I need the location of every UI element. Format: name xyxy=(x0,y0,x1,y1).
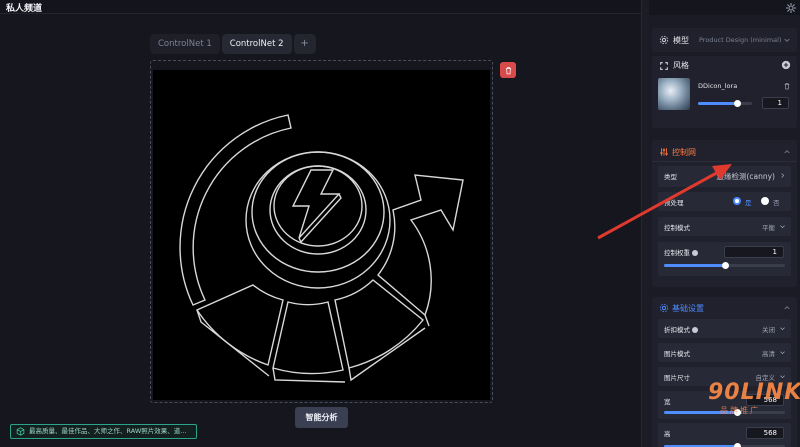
type-label: 类型 xyxy=(664,173,677,181)
width-label: 宽 xyxy=(664,398,671,406)
style-expand-icon xyxy=(660,62,668,70)
chevron-down-icon xyxy=(780,327,785,331)
image-mode-label: 图片模式 xyxy=(664,350,690,358)
model-label: 模型 xyxy=(673,36,689,45)
height-row: 高 568 xyxy=(658,423,791,447)
watermark-subtitle: 品牌推广 xyxy=(720,406,760,415)
type-selector[interactable]: 类型 边缘检测(canny) xyxy=(658,166,791,187)
discount-mode-text: 折扣模式 xyxy=(664,326,690,334)
lora-delete-icon[interactable] xyxy=(783,82,791,90)
control-weight-slider[interactable] xyxy=(664,262,785,269)
type-value: 边缘检测(canny) xyxy=(716,172,775,181)
cube-icon xyxy=(16,427,25,436)
chevron-down-icon xyxy=(784,38,790,42)
controlnet-label: 控制网 xyxy=(672,148,696,157)
tab-controlnet-2[interactable]: ControlNet 2 xyxy=(221,34,292,54)
slider-fill xyxy=(698,102,737,105)
discount-mode-label: 折扣模式 xyxy=(664,324,698,334)
lora-weight-slider[interactable] xyxy=(698,100,752,107)
add-style-icon[interactable] xyxy=(781,60,791,70)
controlnet-image-frame[interactable] xyxy=(150,60,493,403)
image-mode-selector[interactable]: 图片模式 高清 xyxy=(658,343,791,362)
style-label: 风格 xyxy=(673,61,689,70)
tab-controlnet-1[interactable]: ControlNet 1 xyxy=(150,34,220,54)
style-section: 风格 DDicon_lora 1 xyxy=(652,56,797,128)
base-settings-icon xyxy=(659,303,669,313)
control-mode-selector[interactable]: 控制模式 平衡 xyxy=(658,217,791,236)
preprocess-no-label: 否 xyxy=(773,199,780,207)
control-weight-label: 控制权重 xyxy=(664,247,698,257)
top-bar: 私人频道 xyxy=(0,0,641,14)
image-size-label: 图片尺寸 xyxy=(664,374,690,382)
lora-weight-input[interactable]: 1 xyxy=(762,97,789,109)
smart-analyze-button[interactable]: 智能分析 xyxy=(295,407,348,428)
canny-edge-image xyxy=(153,70,490,400)
page-title: 私人频道 xyxy=(6,4,43,14)
lora-name: DDicon_lora xyxy=(698,82,738,90)
slider-fill xyxy=(664,264,725,267)
delete-image-button[interactable] xyxy=(500,62,516,78)
add-tab-button[interactable]: + xyxy=(293,34,316,54)
controlnet-tabs: ControlNet 1 ControlNet 2 + xyxy=(150,34,316,54)
lora-thumbnail xyxy=(658,78,690,110)
preprocess-row: 预处理 是 否 xyxy=(658,192,791,211)
panel-divider xyxy=(641,0,649,447)
edge-drawing xyxy=(179,114,464,383)
preprocess-yes-radio[interactable] xyxy=(733,197,741,205)
watermark-logo: 90LINK xyxy=(708,380,800,405)
model-selector[interactable]: 模型 Product Design (minimal) xyxy=(652,28,797,52)
slider-knob[interactable] xyxy=(733,100,741,107)
chevron-down-icon xyxy=(780,225,785,229)
control-mode-label: 控制模式 xyxy=(664,224,690,232)
settings-gear-icon[interactable] xyxy=(785,2,797,14)
control-mode-value: 平衡 xyxy=(762,224,775,232)
prompt-text: 最高质量、最佳作品、大师之作、RAW照片效果、道... xyxy=(29,427,187,435)
sliders-icon xyxy=(660,148,668,156)
info-icon[interactable] xyxy=(692,327,698,333)
discount-mode-selector[interactable]: 折扣模式 关闭 xyxy=(658,319,791,338)
controlnet-section: 控制网 类型 边缘检测(canny) 预处理 是 否 控制模式 平衡 控制权重 … xyxy=(652,140,797,287)
model-gear-icon xyxy=(659,35,669,45)
base-settings-section: 基础设置 折扣模式 关闭 图片模式 高清 图片尺寸 自定义 宽 568 高 56… xyxy=(652,297,797,447)
slider-knob[interactable] xyxy=(721,262,729,269)
chevron-right-icon xyxy=(781,173,785,178)
model-value: Product Design (minimal) xyxy=(699,36,782,44)
base-settings-label: 基础设置 xyxy=(672,304,704,313)
control-weight-input[interactable]: 1 xyxy=(724,246,784,258)
height-input[interactable]: 568 xyxy=(746,427,784,439)
divider xyxy=(652,161,797,162)
slider-knob[interactable] xyxy=(733,443,741,447)
control-weight-text: 控制权重 xyxy=(664,249,690,257)
preprocess-no-radio[interactable] xyxy=(761,197,769,205)
chevron-up-icon xyxy=(784,150,790,154)
control-weight-row: 控制权重 1 xyxy=(658,242,791,276)
preprocess-label: 预处理 xyxy=(664,199,684,207)
trash-icon xyxy=(505,66,511,74)
chevron-down-icon xyxy=(780,375,785,379)
height-label: 高 xyxy=(664,430,671,438)
prompt-preview[interactable]: 最高质量、最佳作品、大师之作、RAW照片效果、道... xyxy=(10,424,197,439)
chevron-up-icon xyxy=(784,306,790,310)
preprocess-yes-label: 是 xyxy=(745,199,752,207)
chevron-down-icon xyxy=(780,351,785,355)
image-mode-value: 高清 xyxy=(762,350,775,358)
discount-mode-value: 关闭 xyxy=(762,326,775,334)
info-icon[interactable] xyxy=(692,250,698,256)
